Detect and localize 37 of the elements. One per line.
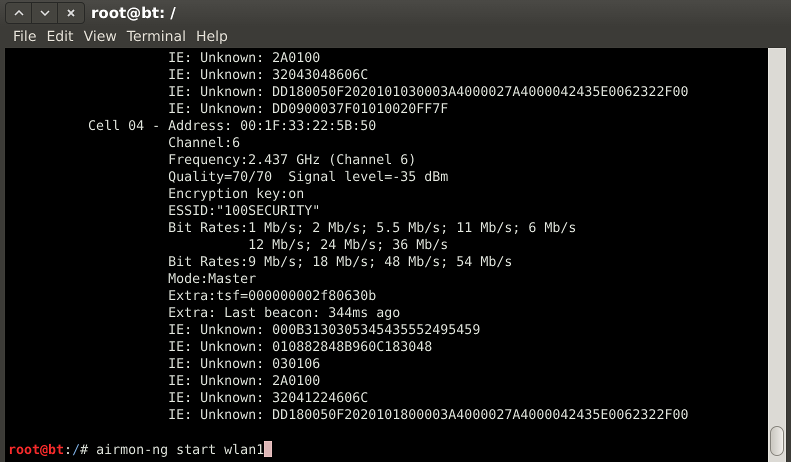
menu-item[interactable]: Edit	[41, 26, 79, 48]
terminal-line: Extra:tsf=000000002f80630b	[167, 288, 376, 305]
terminal-line: IE: Unknown: 32041224606C	[167, 390, 368, 407]
terminal-line: ESSID:"100SECURITY"	[167, 203, 320, 220]
chevron-down-icon	[40, 10, 50, 16]
terminal-line: IE: Unknown: DD180050F2020101800003A4000027A4000042435E0062322F00	[167, 407, 688, 424]
window-title: root@bt: /	[91, 2, 176, 24]
terminal-line: Quality=70/70 Signal level=-35 dBm	[167, 169, 448, 186]
scrollbar-thumb[interactable]	[770, 426, 784, 456]
prompt-user-host: root@bt	[8, 443, 64, 458]
terminal-line: IE: Unknown: DD0900037F01010020FF7F	[167, 101, 448, 118]
terminal-line: Bit Rates:9 Mb/s; 18 Mb/s; 48 Mb/s; 54 Mb/s	[167, 254, 512, 271]
menu-item[interactable]: File	[8, 26, 42, 48]
terminal-line: Frequency:2.437 GHz (Channel 6)	[167, 152, 416, 169]
terminal-line: Mode:Master	[167, 271, 256, 288]
terminal-line: IE: Unknown: DD180050F2020101030003A4000027A4000042435E0062322F00	[167, 84, 688, 101]
terminal-line: IE: Unknown: 010882848B960C183048	[167, 339, 432, 356]
terminal-line: IE: Unknown: 000B3130305345435552495459	[167, 322, 480, 339]
terminal-line: Bit Rates:1 Mb/s; 2 Mb/s; 5.5 Mb/s; 11 Mb/s; 6 Mb/s	[167, 220, 576, 237]
menu-item[interactable]: Help	[190, 26, 233, 48]
chevron-up-icon	[14, 10, 24, 16]
scrollbar[interactable]	[768, 48, 786, 462]
terminal-line: Extra: Last beacon: 344ms ago	[167, 305, 400, 322]
terminal-line: IE: Unknown: 2A0100	[167, 373, 320, 390]
terminal-line: 12 Mb/s; 24 Mb/s; 36 Mb/s	[247, 237, 448, 254]
terminal-line: Channel:6	[167, 135, 240, 152]
menu-item[interactable]: Terminal	[122, 26, 191, 48]
terminal-line: IE: Unknown: 2A0100	[167, 50, 320, 67]
prompt-path: /	[72, 443, 80, 458]
prompt-separator: :	[64, 443, 72, 458]
terminal-line: IE: Unknown: 32043048606C	[167, 67, 368, 84]
menu-item[interactable]: View	[78, 26, 122, 48]
terminal-line: Cell 04 - Address: 00:1F:33:22:5B:50	[87, 118, 376, 135]
terminal-line: IE: Unknown: 030106	[167, 356, 320, 373]
terminal-line: Encryption key:on	[167, 186, 304, 203]
close-icon	[67, 9, 75, 17]
prompt-command: # airmon-ng start wlan1	[80, 443, 264, 458]
